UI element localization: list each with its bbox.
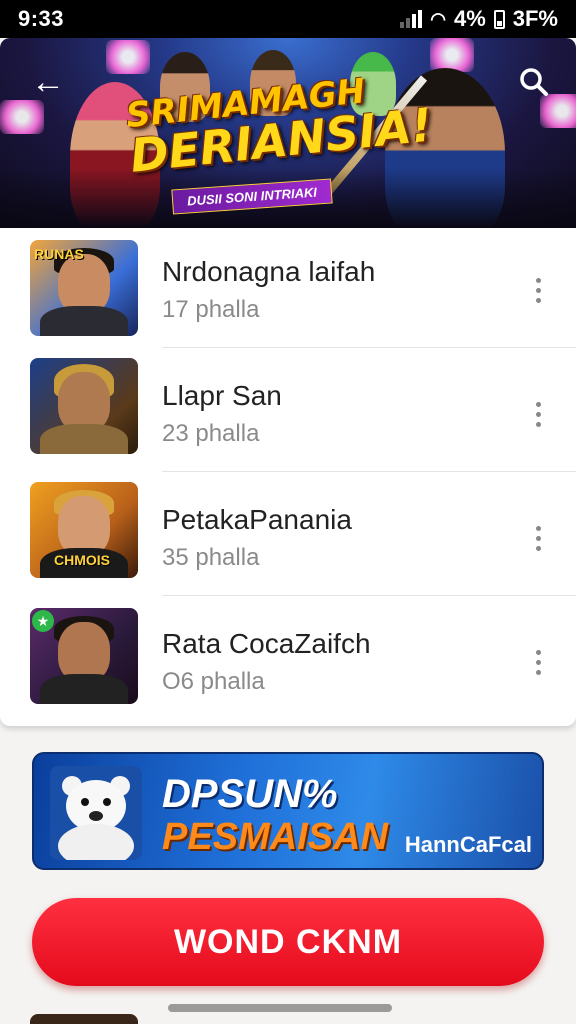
app-screen: 9:33 ◠ 4% 3F% ← SRIMAMAGH DERIANSIA! DUS… <box>0 0 576 1024</box>
item-thumbnail: CHMOIS <box>30 482 138 578</box>
primary-action-button[interactable]: WOND CKNM <box>32 898 544 986</box>
status-temperature: 3F% <box>512 6 558 31</box>
more-options-icon[interactable] <box>528 270 548 310</box>
list-item[interactable]: Llapr San 23 phalla <box>0 352 576 476</box>
thumbnail-tag: RUNAS <box>34 246 84 262</box>
divider <box>162 595 576 596</box>
stage-light-icon <box>0 100 44 134</box>
star-badge-icon: ★ <box>32 610 54 632</box>
promo-brand: HannCaFcal <box>404 832 532 857</box>
item-subtitle: 23 phalla <box>162 420 260 447</box>
item-text: PetakaPanania 35 phalla <box>162 504 352 572</box>
more-options-icon[interactable] <box>528 642 548 682</box>
divider <box>162 347 576 348</box>
promo-line2: PESMAISAN <box>162 816 388 858</box>
content-list: RUNAS Nrdonagna laifah 17 phalla Llapr S… <box>0 228 576 726</box>
item-thumbnail: RUNAS <box>30 240 138 336</box>
search-button[interactable] <box>514 62 554 102</box>
item-text: Nrdonagna laifah 17 phalla <box>162 256 375 324</box>
thumbnail-tag: CHMOIS <box>54 552 110 568</box>
item-text: Rata CocaZaifch O6 phalla <box>162 628 371 696</box>
item-thumbnail: ★ <box>30 608 138 704</box>
promo-line1: DPSUN% <box>162 772 338 816</box>
status-bar: 9:33 ◠ 4% 3F% <box>0 0 576 38</box>
polar-bear-icon <box>50 766 142 860</box>
item-subtitle: 17 phalla <box>162 296 260 323</box>
list-item[interactable]: CHMOIS PetakaPanania 35 phalla <box>0 476 576 600</box>
stage-light-icon <box>106 40 150 74</box>
promo-banner[interactable]: DPSUN% PESMAISAN HannCaFcal <box>32 752 544 870</box>
item-thumbnail <box>30 358 138 454</box>
stage-light-icon <box>430 38 474 72</box>
item-title: Nrdonagna laifah <box>162 256 376 287</box>
more-options-icon[interactable] <box>528 518 548 558</box>
battery-icon <box>493 9 505 29</box>
hero-banner: ← SRIMAMAGH DERIANSIA! DUSII SONI INTRIA… <box>0 38 576 228</box>
status-icons: ◠ 4% 3F% <box>400 6 558 32</box>
status-time: 9:33 <box>18 6 65 31</box>
more-options-icon[interactable] <box>528 394 548 434</box>
divider <box>162 471 576 472</box>
battery-percent: 4% <box>453 6 486 31</box>
list-item[interactable]: RUNAS Nrdonagna laifah 17 phalla <box>0 228 576 352</box>
item-subtitle: 35 phalla <box>162 544 260 571</box>
item-subtitle: O6 phalla <box>162 668 265 695</box>
wifi-icon: ◠ <box>430 8 446 29</box>
item-text: Llapr San 23 phalla <box>162 380 282 448</box>
next-item-thumbnail-peek <box>30 1014 138 1024</box>
search-icon <box>520 68 548 96</box>
back-button[interactable]: ← <box>28 62 68 102</box>
item-title: PetakaPanania <box>162 504 352 535</box>
item-title: Llapr San <box>162 380 282 411</box>
home-indicator[interactable] <box>168 1004 392 1012</box>
item-title: Rata CocaZaifch <box>162 628 371 659</box>
list-item[interactable]: ★ Rata CocaZaifch O6 phalla <box>0 600 576 724</box>
signal-icon <box>400 10 423 28</box>
